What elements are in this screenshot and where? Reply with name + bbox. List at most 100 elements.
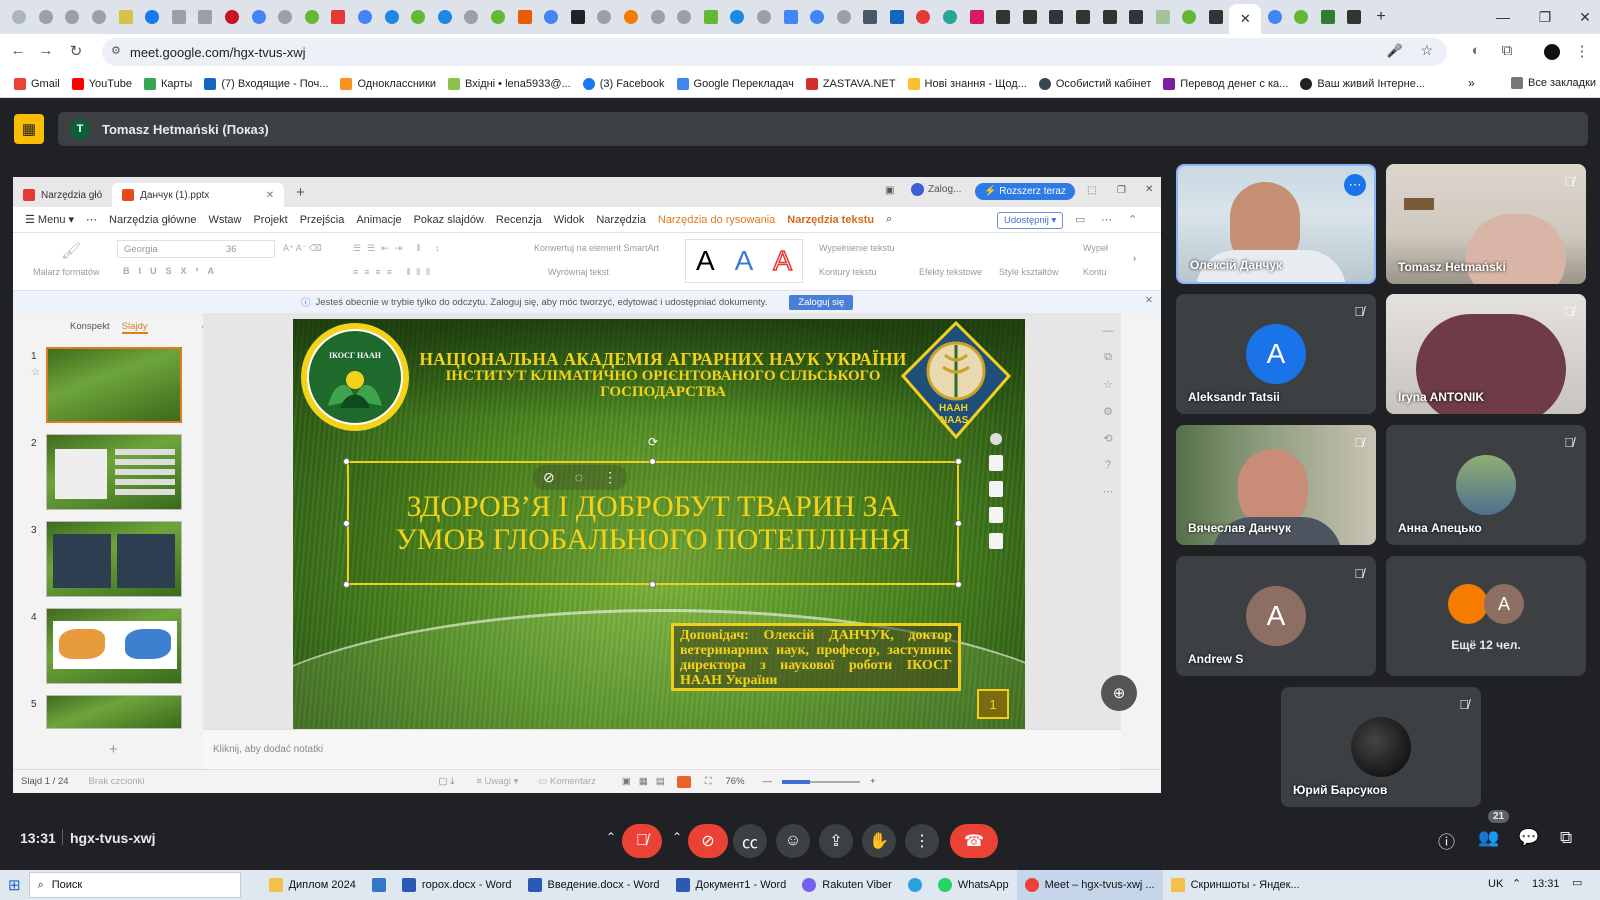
bookmark-facebook[interactable]: (3) Facebook: [577, 77, 671, 90]
browser-tab[interactable]: [644, 4, 671, 30]
close-window-icon[interactable]: ✕: [1145, 184, 1153, 195]
browser-tab[interactable]: [1043, 4, 1070, 30]
notes-toggle[interactable]: ≡ Uwagi ▾: [476, 776, 518, 787]
reactions-button[interactable]: ☺: [776, 824, 810, 858]
browser-tab[interactable]: [830, 4, 857, 30]
bookmark-knowledge[interactable]: Нові знання - Щод...: [902, 77, 1033, 90]
bookmark-transfer[interactable]: Перевод денег с ка...: [1157, 77, 1294, 90]
present-button[interactable]: ⇪: [819, 824, 853, 858]
browser-tab[interactable]: [33, 4, 60, 30]
slide-thumbnail-1[interactable]: [46, 347, 182, 423]
frame-icon[interactable]: [989, 533, 1003, 549]
input-language[interactable]: UK: [1488, 878, 1503, 890]
font-style-buttons[interactable]: BIUSX²A: [123, 266, 223, 276]
menu-home[interactable]: Narzędzia główne: [109, 214, 196, 226]
browser-tab[interactable]: [671, 4, 698, 30]
browser-tab[interactable]: [112, 4, 139, 30]
mute-overlay-icon[interactable]: ◌: [575, 469, 583, 486]
zoom-level[interactable]: 76%: [726, 776, 745, 787]
slide-thumbnail-4[interactable]: [46, 608, 182, 684]
more-options-icon[interactable]: ⋯: [1344, 174, 1366, 196]
leave-call-button[interactable]: ☎: [950, 824, 998, 858]
browser-tab[interactable]: [804, 4, 831, 30]
fit-window-icon[interactable]: ⛶: [705, 776, 712, 787]
slide-title-box[interactable]: ЗДОРОВ’Я І ДОБРОБУТ ТВАРИН ЗА УМОВ ГЛОБА…: [347, 461, 959, 585]
upgrade-button[interactable]: ⚡ Rozszerz teraz: [975, 183, 1075, 200]
browser-tab[interactable]: [697, 4, 724, 30]
participant-tile[interactable]: A 🎙̸ Andrew S: [1176, 556, 1376, 676]
bookmark-cabinet[interactable]: Особистий кабінет: [1033, 77, 1157, 90]
resize-handle[interactable]: [343, 581, 350, 588]
bookmark-inbox[interactable]: (7) Входящие - Поч...: [198, 77, 334, 90]
history-icon[interactable]: ⟲: [1103, 432, 1112, 445]
menu-drawing-tools[interactable]: Narzędzia do rysowania: [658, 214, 775, 226]
zoom-minus-icon[interactable]: —: [763, 776, 773, 787]
wps-tab-document[interactable]: Данчук (1).pptx ✕: [112, 183, 285, 207]
browser-tab[interactable]: [777, 4, 804, 30]
more-icon[interactable]: ⋯: [1103, 485, 1114, 498]
star-icon[interactable]: ☆: [1420, 42, 1433, 59]
menu-text-tools[interactable]: Narzędzia tekstu: [787, 214, 874, 226]
chat-icon[interactable]: 💬: [1518, 828, 1539, 848]
font-grow-icon[interactable]: A⁺ A⁻ ⌫: [283, 243, 322, 254]
login-banner-button[interactable]: Zaloguj się: [789, 294, 854, 310]
browser-tab[interactable]: [538, 4, 565, 30]
taskbar-app-whatsapp[interactable]: WhatsApp: [930, 870, 1017, 900]
layers-icon[interactable]: [989, 455, 1003, 471]
minimize-icon[interactable]: —: [1480, 0, 1526, 34]
start-button[interactable]: ⊞: [0, 870, 29, 900]
slide-thumbnail-2[interactable]: [46, 434, 182, 510]
more-options-button[interactable]: ⋮: [905, 824, 939, 858]
participant-tile[interactable]: 🎙̸ Анна Апецько: [1386, 425, 1586, 545]
text-style-gallery[interactable]: A A A: [685, 239, 803, 283]
browser-tab[interactable]: [245, 4, 272, 30]
bookmark-internet[interactable]: Ваш живий Інтерне...: [1294, 77, 1431, 90]
help-icon[interactable]: ?: [1105, 459, 1111, 471]
captions-button[interactable]: ㏄: [733, 824, 767, 858]
taskbar-app-yandex[interactable]: Скриншоты - Яндек...: [1163, 870, 1308, 900]
resize-handle[interactable]: [649, 581, 656, 588]
extension-icon[interactable]: ◐: [1466, 42, 1486, 59]
outline-button[interactable]: Kontu: [1083, 267, 1107, 277]
mic-toggle-button[interactable]: 🎙̸: [622, 824, 662, 858]
resize-handle[interactable]: [955, 458, 962, 465]
taskbar-app-explorer[interactable]: Диплом 2024: [261, 870, 364, 900]
raise-hand-button[interactable]: ✋: [862, 824, 896, 858]
browser-tab[interactable]: [1070, 4, 1097, 30]
resize-handle[interactable]: [955, 581, 962, 588]
sliders-icon[interactable]: ⚙: [1103, 405, 1113, 418]
menu-button[interactable]: ☰ Menu ▾: [25, 213, 74, 226]
chevron-up-icon[interactable]: ⌃: [606, 830, 616, 844]
browser-tab[interactable]: [1017, 4, 1044, 30]
tab-slides[interactable]: Slajdy: [121, 321, 148, 334]
notifications-icon[interactable]: ▭: [1572, 876, 1582, 889]
taskbar-app-word-3[interactable]: Документ1 - Word: [668, 870, 795, 900]
close-icon[interactable]: ✕: [266, 190, 274, 201]
font-family-select[interactable]: Georgia 36: [117, 240, 275, 258]
new-tab-button[interactable]: +: [1368, 4, 1395, 30]
reload-icon[interactable]: ↻: [66, 42, 86, 60]
resize-handle[interactable]: [343, 520, 350, 527]
menu-transitions[interactable]: Przejścia: [300, 214, 345, 226]
bookmark-ok[interactable]: Одноклассники: [334, 77, 442, 90]
url-field[interactable]: ⚙ meet.google.com/hgx-tvus-xwj 🎤 ☆: [102, 38, 1447, 66]
unpin-icon[interactable]: ⊘: [543, 469, 555, 486]
site-info-icon[interactable]: ⚙: [111, 44, 121, 57]
resize-handle[interactable]: [343, 458, 350, 465]
browser-tab[interactable]: [378, 4, 405, 30]
browser-tab[interactable]: [1096, 4, 1123, 30]
forward-icon[interactable]: →: [36, 42, 56, 59]
browser-tab[interactable]: [1203, 4, 1230, 30]
menu-design[interactable]: Projekt: [253, 214, 287, 226]
participant-tile[interactable]: 🎙̸ Tomasz Hetmański: [1386, 164, 1586, 284]
slideshow-icon[interactable]: [676, 775, 691, 788]
browser-tab[interactable]: [618, 4, 645, 30]
menu-animations[interactable]: Animacje: [356, 214, 401, 226]
browser-tab[interactable]: [937, 4, 964, 30]
wps-tab-home[interactable]: Narzędzia głó: [13, 183, 112, 207]
more-bookmarks-icon[interactable]: »: [1468, 76, 1475, 90]
text-style-blue[interactable]: A: [735, 245, 754, 277]
bookmark-zastava[interactable]: ZASTAVA.NET: [800, 77, 902, 90]
add-tab-icon[interactable]: +: [296, 184, 305, 201]
browser-tab[interactable]: [564, 4, 591, 30]
